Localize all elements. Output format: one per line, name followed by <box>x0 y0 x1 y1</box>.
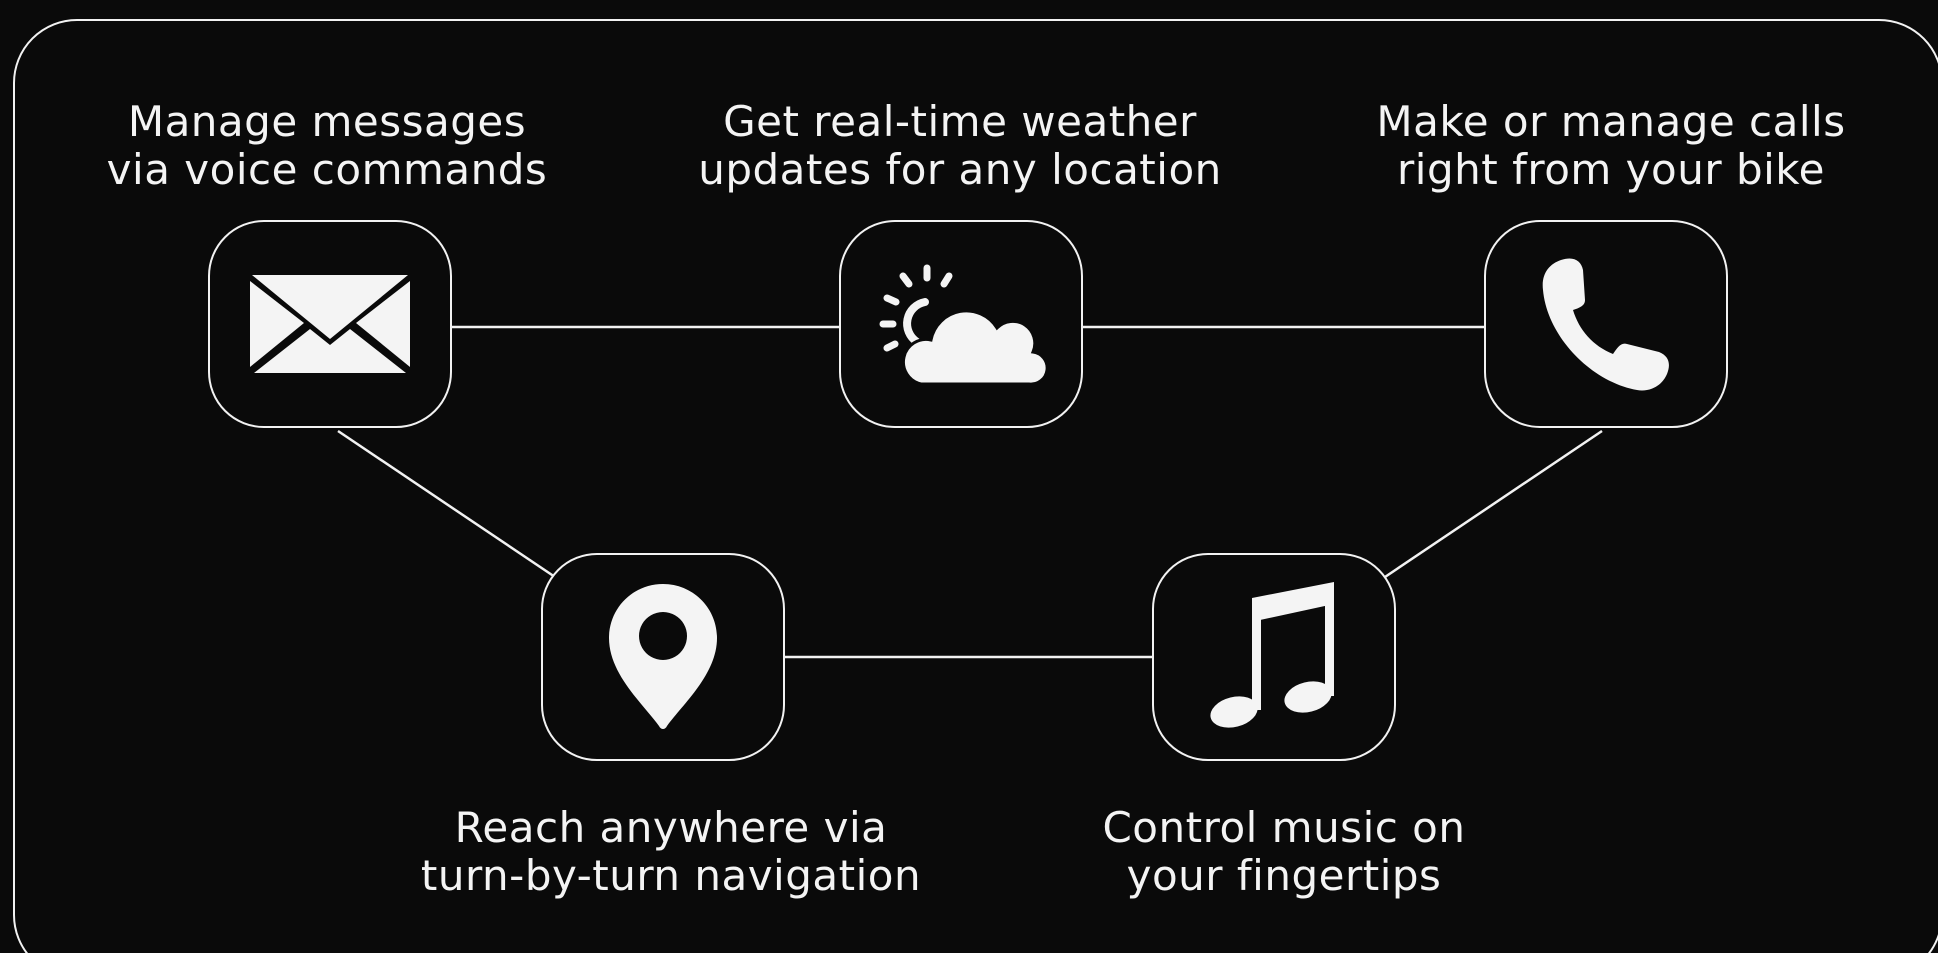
navigation-label-line2: turn-by-turn navigation <box>420 851 922 900</box>
link-messages-navigation <box>337 429 559 581</box>
weather-label-line1: Get real-time weather <box>723 97 1197 146</box>
music-node <box>1152 553 1396 761</box>
sun-cloud-icon <box>879 264 1049 386</box>
music-note-icon <box>1210 582 1334 728</box>
calls-label: Make or manage calls right from your bik… <box>1346 98 1876 194</box>
phone-icon <box>1542 258 1669 391</box>
calls-node <box>1484 220 1728 428</box>
weather-label-line2: updates for any location <box>698 145 1222 194</box>
weather-node <box>839 220 1083 428</box>
weather-label: Get real-time weather updates for any lo… <box>686 98 1234 194</box>
messages-label-line2: via voice commands <box>106 145 548 194</box>
envelope-icon <box>250 275 410 373</box>
navigation-label-line1: Reach anywhere via <box>454 803 888 852</box>
link-calls-music <box>1381 429 1603 581</box>
navigation-node <box>541 553 785 761</box>
music-label: Control music on your fingertips <box>1062 804 1506 900</box>
messages-node <box>208 220 452 428</box>
messages-label-line1: Manage messages <box>127 97 527 146</box>
calls-label-line2: right from your bike <box>1397 145 1825 194</box>
messages-label: Manage messages via voice commands <box>94 98 560 194</box>
feature-diagram: Manage messages via voice commands Get r… <box>0 0 1938 953</box>
calls-label-line1: Make or manage calls <box>1376 97 1846 146</box>
map-pin-icon <box>609 584 717 729</box>
music-label-line2: your fingertips <box>1126 851 1442 900</box>
navigation-label: Reach anywhere via turn-by-turn navigati… <box>401 804 941 900</box>
music-label-line1: Control music on <box>1102 803 1466 852</box>
